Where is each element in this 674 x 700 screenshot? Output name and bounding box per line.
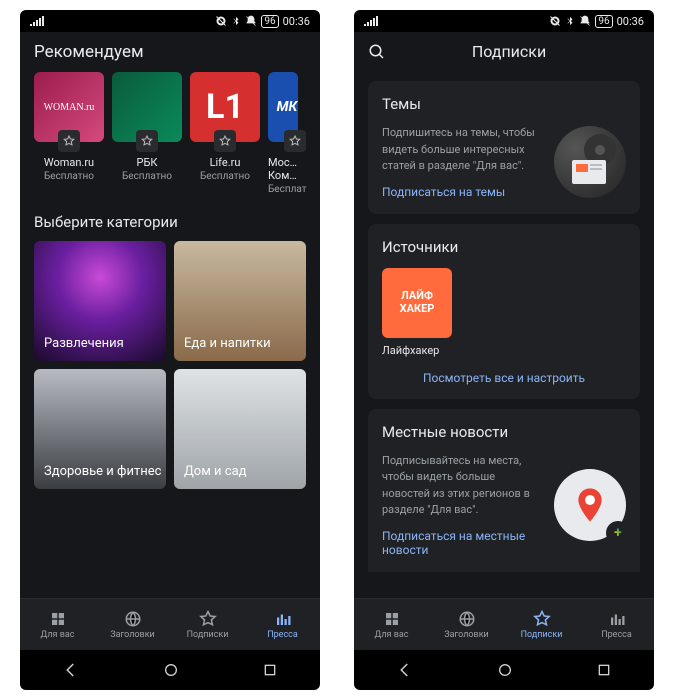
reco-name: Life.ru [190, 156, 260, 169]
reco-card-mk[interactable]: МК МосковКомсом Бесплат [268, 72, 298, 195]
status-time: 00:36 [617, 15, 644, 28]
star-chip[interactable] [214, 130, 236, 152]
card-title: Источники [382, 238, 626, 256]
home-icon[interactable] [497, 662, 513, 678]
reco-card-life[interactable]: L1 Life.ru Бесплатно [190, 72, 260, 195]
recommend-title: Рекомендуем [34, 42, 144, 62]
nav-label: Заголовки [110, 630, 155, 640]
back-icon[interactable] [62, 661, 80, 679]
sources-card: Источники ЛАЙФ ХАКЕР Лайфхакер Посмотрет… [368, 224, 640, 399]
system-nav [354, 650, 654, 690]
source-thumb: ЛАЙФ ХАКЕР [382, 268, 452, 338]
reco-name: МосковКомсом [268, 156, 298, 182]
nav-for-you[interactable]: Для вас [20, 599, 95, 650]
nav-for-you[interactable]: Для вас [354, 599, 429, 650]
topics-card: Темы Подпишитесь на темы, чтобы видеть б… [368, 81, 640, 214]
bluetooth-icon [231, 15, 241, 27]
signal-icon [364, 16, 378, 26]
local-illustration: + [554, 469, 626, 541]
recommend-row[interactable]: WOMAN.ru Woman.ru Бесплатно РБК Бесплатн… [20, 72, 320, 195]
content-area-left: Рекомендуем WOMAN.ru Woman.ru Бесплатно … [20, 32, 320, 598]
nav-label: Пресса [267, 630, 298, 640]
subscribe-topics-link[interactable]: Подписаться на темы [382, 185, 505, 199]
battery-icon: 96 [595, 15, 612, 28]
category-fitness[interactable]: Здоровье и фитнес [34, 369, 166, 489]
source-name: Лайфхакер [382, 344, 452, 357]
signal-icon [30, 16, 44, 26]
categories-title: Выберите категории [20, 195, 320, 241]
category-label: Дом и сад [184, 464, 247, 479]
reco-name: Woman.ru [34, 156, 104, 169]
battery-icon: 96 [261, 15, 278, 28]
nav-headlines[interactable]: Заголовки [95, 599, 170, 650]
star-chip[interactable] [58, 130, 80, 152]
star-chip[interactable] [284, 130, 306, 152]
status-bar: 96 00:36 [20, 10, 320, 32]
search-icon[interactable] [368, 43, 386, 61]
card-text: Подпишитесь на темы, чтобы видеть больше… [382, 125, 542, 175]
status-time: 00:36 [283, 15, 310, 28]
plus-badge[interactable]: + [606, 521, 630, 545]
bottom-nav: Для вас Заголовки Подписки Пресса [354, 598, 654, 650]
nav-label: Для вас [41, 630, 75, 640]
page-title: Подписки [396, 42, 622, 61]
reco-thumb: WOMAN.ru [34, 72, 104, 142]
card-title: Местные новости [382, 423, 626, 441]
nav-label: Пресса [601, 630, 632, 640]
card-text: Подписывайтесь на места, чтобы видеть бо… [382, 453, 542, 519]
reco-thumb: МК [268, 72, 298, 142]
reco-free: Бесплатно [190, 171, 260, 182]
topics-illustration [554, 126, 626, 198]
recent-icon[interactable] [262, 662, 278, 678]
categories-grid: Развлечения Еда и напитки Здоровье и фит… [20, 241, 320, 489]
home-icon[interactable] [163, 662, 179, 678]
nav-label: Заголовки [444, 630, 489, 640]
nav-label: Подписки [187, 630, 229, 640]
back-icon[interactable] [396, 661, 414, 679]
view-all-sources-link[interactable]: Посмотреть все и настроить [382, 371, 626, 385]
mute-icon [245, 15, 257, 27]
star-chip[interactable] [136, 130, 158, 152]
reco-thumb [112, 72, 182, 142]
nav-press[interactable]: Пресса [245, 599, 320, 650]
phone-left: 96 00:36 Рекомендуем WOMAN.ru Woman.ru Б… [20, 10, 320, 690]
category-label: Развлечения [44, 336, 124, 351]
reco-card-woman[interactable]: WOMAN.ru Woman.ru Бесплатно [34, 72, 104, 195]
reco-free: Бесплатно [112, 171, 182, 182]
nav-label: Подписки [521, 630, 563, 640]
category-home[interactable]: Дом и сад [174, 369, 306, 489]
category-entertainment[interactable]: Развлечения [34, 241, 166, 361]
nav-subscriptions[interactable]: Подписки [504, 599, 579, 650]
category-food[interactable]: Еда и напитки [174, 241, 306, 361]
reco-free: Бесплат [268, 184, 298, 195]
reco-thumb: L1 [190, 72, 260, 142]
content-area-right: Подписки Темы Подпишитесь на темы, чтобы… [354, 32, 654, 598]
recent-icon[interactable] [596, 662, 612, 678]
local-news-card: Местные новости Подписывайтесь на места,… [368, 409, 640, 572]
app-header: Подписки [354, 32, 654, 71]
reco-free: Бесплатно [34, 171, 104, 182]
reco-card-rbc[interactable]: РБК Бесплатно [112, 72, 182, 195]
phone-right: 96 00:36 Подписки Темы Подпишитесь на те… [354, 10, 654, 690]
nav-subscriptions[interactable]: Подписки [170, 599, 245, 650]
status-bar: 96 00:36 [354, 10, 654, 32]
nav-headlines[interactable]: Заголовки [429, 599, 504, 650]
source-tile-lifehacker[interactable]: ЛАЙФ ХАКЕР Лайфхакер [382, 268, 452, 357]
bluetooth-icon [565, 15, 575, 27]
nav-press[interactable]: Пресса [579, 599, 654, 650]
system-nav [20, 650, 320, 690]
reco-name: РБК [112, 156, 182, 169]
mute-icon [579, 15, 591, 27]
category-label: Здоровье и фитнес [44, 464, 161, 479]
bottom-nav: Для вас Заголовки Подписки Пресса [20, 598, 320, 650]
category-label: Еда и напитки [184, 336, 271, 351]
alarm-off-icon [215, 15, 227, 27]
alarm-off-icon [549, 15, 561, 27]
card-title: Темы [382, 95, 626, 113]
nav-label: Для вас [375, 630, 409, 640]
subscribe-local-link[interactable]: Подписаться на местные новости [382, 529, 542, 557]
